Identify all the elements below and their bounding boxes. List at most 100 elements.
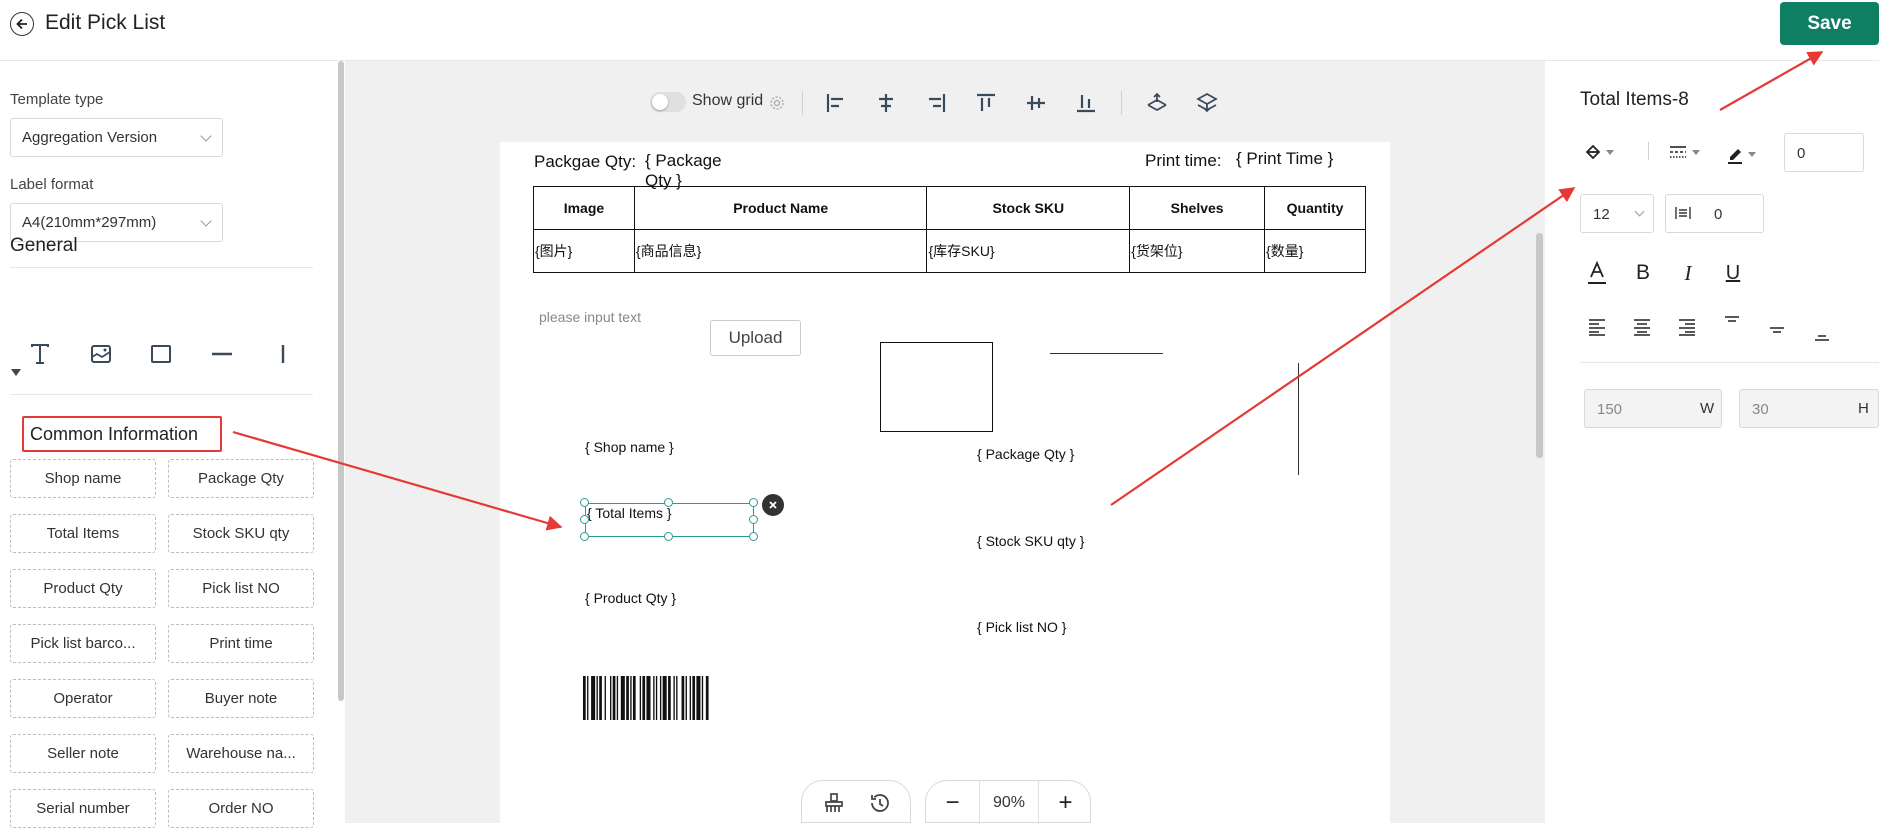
vertical-align-middle-icon[interactable] — [1763, 316, 1791, 344]
back-button[interactable] — [10, 12, 34, 36]
show-grid-label: Show grid — [692, 92, 764, 109]
image-tool-icon[interactable] — [86, 339, 116, 369]
border-color-picker[interactable] — [1726, 138, 1756, 170]
caret-down-icon[interactable] — [11, 369, 21, 376]
text-input-placeholder[interactable]: please input text — [539, 309, 641, 325]
table-header-row: Image Product Name Stock SKU Shelves Qua… — [533, 186, 1366, 230]
horizontal-line-tool-icon[interactable] — [207, 339, 237, 369]
upload-button[interactable]: Upload — [710, 320, 801, 356]
barcode-bar — [616, 676, 619, 720]
resize-handle[interactable] — [749, 498, 758, 507]
fill-color-picker[interactable] — [1584, 138, 1614, 166]
vertical-align-top-icon[interactable] — [1718, 310, 1746, 338]
toolbar-separator — [1121, 91, 1122, 115]
resize-handle[interactable] — [664, 532, 673, 541]
barcode-bar — [639, 676, 642, 720]
table-header-shelves: Shelves — [1129, 186, 1266, 230]
field-chip-order-no[interactable]: Order NO — [168, 789, 314, 828]
field-chip-shop-name[interactable]: Shop name — [10, 459, 156, 498]
align-center-horizontal-icon[interactable] — [871, 88, 901, 118]
canvas-scrollbar[interactable] — [1536, 233, 1543, 458]
field-chip-package-qty[interactable]: Package Qty — [168, 459, 314, 498]
width-value: 150 — [1597, 401, 1623, 418]
horizontal-line-element[interactable] — [1050, 353, 1163, 354]
font-size-select[interactable]: 12 — [1580, 194, 1654, 233]
package-qty-value[interactable]: { Package — [645, 151, 722, 171]
align-top-icon[interactable] — [971, 88, 1001, 118]
print-time-value[interactable]: { Print Time } — [1236, 149, 1333, 169]
vertical-line-element[interactable] — [1298, 363, 1299, 475]
product-qty-field[interactable]: { Product Qty } — [585, 590, 676, 606]
field-chip-pick-list-barco[interactable]: Pick list barco... — [10, 624, 156, 663]
properties-title: Total Items-8 — [1580, 89, 1689, 110]
template-type-select[interactable]: Aggregation Version — [10, 118, 223, 157]
barcode-bar — [632, 676, 636, 720]
pen-icon — [1728, 149, 1742, 164]
text-align-right-icon[interactable] — [1673, 313, 1701, 341]
field-chip-print-time[interactable]: Print time — [168, 624, 314, 663]
field-chip-product-qty[interactable]: Product Qty — [10, 569, 156, 608]
vertical-line-tool-icon[interactable] — [268, 339, 298, 369]
table-cell: {图片} — [533, 229, 635, 273]
field-chip-serial-number[interactable]: Serial number — [10, 789, 156, 828]
clear-button[interactable] — [814, 781, 854, 824]
resize-handle[interactable] — [580, 498, 589, 507]
barcode-bar — [696, 676, 701, 720]
toolbar-separator — [802, 91, 803, 115]
italic-icon[interactable]: I — [1674, 258, 1702, 288]
save-button[interactable]: Save — [1780, 2, 1879, 45]
border-width-input[interactable]: 0 — [1784, 133, 1864, 172]
rectangle-element[interactable] — [880, 342, 993, 432]
resize-handle[interactable] — [749, 515, 758, 524]
bring-to-front-icon[interactable] — [1142, 88, 1172, 118]
resize-handle[interactable] — [580, 532, 589, 541]
barcode-bar — [662, 676, 667, 720]
arrow-left-icon — [16, 18, 27, 30]
pick-list-no-field[interactable]: { Pick list NO } — [977, 619, 1066, 635]
barcode-element[interactable] — [583, 676, 787, 720]
text-align-left-icon[interactable] — [1583, 313, 1611, 341]
send-to-back-icon[interactable] — [1192, 88, 1222, 118]
barcode-bar — [689, 676, 691, 720]
table-cell: {商品信息} — [633, 229, 928, 273]
underline-icon[interactable]: U — [1719, 258, 1747, 288]
field-chip-buyer-note[interactable]: Buyer note — [168, 679, 314, 718]
stock-sku-qty-field[interactable]: { Stock SKU qty } — [977, 533, 1084, 549]
text-align-center-icon[interactable] — [1628, 313, 1656, 341]
table-header-image: Image — [533, 186, 635, 230]
field-chip-warehouse-na[interactable]: Warehouse na... — [168, 734, 314, 773]
field-chip-stock-sku-qty[interactable]: Stock SKU qty — [168, 514, 314, 553]
show-grid-toggle[interactable] — [650, 92, 686, 112]
remove-element-button[interactable] — [762, 494, 784, 516]
align-left-icon[interactable] — [821, 88, 851, 118]
field-chip-operator[interactable]: Operator — [10, 679, 156, 718]
field-chip-seller-note[interactable]: Seller note — [10, 734, 156, 773]
align-middle-vertical-icon[interactable] — [1021, 88, 1051, 118]
settings-gear-icon[interactable] — [766, 88, 788, 118]
text-tool-icon[interactable] — [25, 339, 55, 369]
properties-panel — [1545, 61, 1879, 823]
history-button[interactable] — [860, 781, 900, 824]
font-color-icon[interactable] — [1583, 258, 1611, 288]
bold-icon[interactable]: B — [1629, 258, 1657, 288]
vertical-align-bottom-icon[interactable] — [1808, 320, 1836, 348]
resize-handle[interactable] — [580, 515, 589, 524]
field-chip-total-items[interactable]: Total Items — [10, 514, 156, 553]
align-bottom-icon[interactable] — [1071, 88, 1101, 118]
resize-handle[interactable] — [749, 532, 758, 541]
resize-handle[interactable] — [664, 498, 673, 507]
shop-name-field[interactable]: { Shop name } — [585, 439, 674, 455]
barcode-bar — [655, 676, 658, 720]
rectangle-tool-icon[interactable] — [146, 339, 176, 369]
common-information-section[interactable]: Common Information — [22, 416, 222, 452]
border-style-picker[interactable] — [1668, 138, 1700, 166]
zoom-in-button[interactable]: + — [1039, 781, 1092, 824]
align-right-icon[interactable] — [921, 88, 951, 118]
field-chip-pick-list-no[interactable]: Pick list NO — [168, 569, 314, 608]
page-title: Edit Pick List — [45, 11, 166, 34]
left-scrollbar[interactable] — [338, 61, 344, 701]
package-qty-field[interactable]: { Package Qty } — [977, 446, 1074, 462]
barcode-bar — [701, 676, 704, 720]
zoom-out-button[interactable]: − — [926, 781, 979, 824]
pick-list-table[interactable]: Image Product Name Stock SKU Shelves Qua… — [533, 186, 1366, 273]
